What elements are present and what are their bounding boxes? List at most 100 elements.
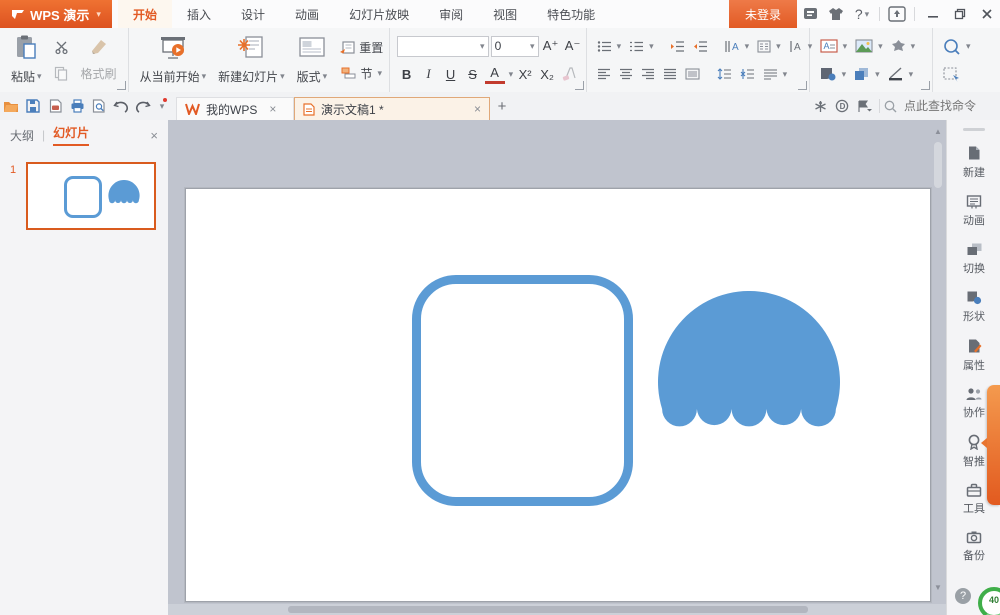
customize-quickbar-button[interactable]: ▾ — [154, 95, 168, 117]
new-tab-button[interactable]: + — [490, 98, 514, 115]
slide-1-thumbnail[interactable] — [26, 162, 156, 230]
tab-view[interactable]: 视图 — [478, 0, 532, 28]
find-replace-button[interactable]: ▾ — [940, 34, 974, 58]
increase-font-button[interactable]: A⁺ — [541, 36, 561, 56]
dialog-launcher-icon[interactable] — [920, 81, 930, 90]
doc-tab-presentation1[interactable]: 演示文稿1 * × — [294, 96, 490, 121]
new-slide-button[interactable]: 新建幻灯片 ▾ — [212, 32, 291, 88]
superscript-button[interactable]: X² — [515, 64, 535, 84]
subscript-button[interactable]: X₂ — [537, 64, 557, 84]
redo-button[interactable] — [132, 95, 154, 117]
tab-special-features[interactable]: 特色功能 — [532, 0, 610, 28]
columns-button[interactable]: ▾ — [754, 34, 784, 58]
underline-button[interactable]: U — [441, 64, 461, 84]
numbering-button[interactable]: ▾ — [626, 34, 657, 58]
bullets-button[interactable]: ▾ — [594, 34, 625, 58]
dialog-launcher-icon[interactable] — [116, 81, 126, 90]
close-button[interactable] — [973, 0, 1000, 28]
text-direction-button[interactable]: A ▾ — [721, 34, 753, 58]
horizontal-scrollbar[interactable] — [168, 604, 946, 615]
open-button[interactable] — [0, 95, 22, 117]
skin-icon[interactable] — [823, 0, 849, 28]
minimize-button[interactable] — [919, 0, 946, 28]
sidebar-item-transition[interactable]: 切换 — [947, 242, 1000, 276]
shape-outline-button[interactable]: ▾ — [885, 62, 917, 86]
vertical-scrollbar[interactable]: ▲ ▼ — [931, 120, 945, 600]
font-name-input[interactable] — [400, 39, 479, 53]
wps-menu-button[interactable]: WPS 演示 ▾ — [0, 0, 112, 28]
increase-indent-button[interactable] — [690, 34, 711, 58]
distribute-button[interactable] — [682, 62, 703, 86]
save-button[interactable] — [22, 95, 44, 117]
insert-picture-button[interactable]: ▾ — [852, 34, 886, 58]
copy-button[interactable] — [51, 61, 72, 85]
scroll-down-icon[interactable]: ▼ — [932, 582, 944, 592]
format-painter-button[interactable]: 格式刷 — [78, 61, 120, 85]
print-button[interactable] — [66, 95, 88, 117]
tab-slideshow[interactable]: 幻灯片放映 — [334, 0, 424, 28]
font-size-input[interactable] — [494, 39, 529, 53]
sidebar-item-new[interactable]: 新建 — [947, 145, 1000, 180]
tab-review[interactable]: 审阅 — [424, 0, 478, 28]
collapse-left-arrow-icon[interactable] — [981, 438, 987, 448]
doc-tab-my-wps[interactable]: 我的WPS × — [176, 96, 294, 121]
slide-layout-button[interactable]: 版式 ▾ — [291, 32, 334, 88]
help-bubble-icon[interactable]: ? — [955, 588, 971, 604]
editing-canvas[interactable]: ▲ ▼ — [168, 120, 946, 615]
message-icon[interactable] — [853, 95, 875, 117]
bold-button[interactable]: B — [397, 64, 417, 84]
login-button[interactable]: 未登录 — [728, 0, 797, 28]
undo-button[interactable] — [110, 95, 132, 117]
select-button[interactable] — [940, 62, 963, 86]
tab-animation[interactable]: 动画 — [280, 0, 334, 28]
command-search[interactable] — [884, 98, 992, 114]
insert-shapes-button[interactable]: ▾ — [888, 34, 919, 58]
close-icon[interactable]: × — [474, 102, 481, 116]
sidebar-item-shapes[interactable]: 形状 — [947, 290, 1000, 324]
decrease-font-button[interactable]: A⁻ — [563, 36, 583, 56]
restore-button[interactable] — [946, 0, 973, 28]
help-menu[interactable]: ? ▾ — [849, 0, 875, 28]
close-icon[interactable]: × — [150, 128, 158, 143]
slides-tab[interactable]: 幻灯片 — [53, 124, 90, 146]
sidebar-item-animation[interactable]: 动画 — [947, 194, 1000, 228]
close-icon[interactable]: × — [269, 102, 276, 116]
outline-tab[interactable]: 大纲 — [10, 127, 34, 144]
rounded-rectangle-shape[interactable] — [412, 275, 633, 506]
play-from-current-button[interactable]: 从当前开始 ▾ — [134, 32, 213, 88]
line-spacing-decrease-button[interactable] — [737, 62, 758, 86]
dialog-launcher-icon[interactable] — [574, 81, 584, 90]
print-preview-button[interactable] — [88, 95, 110, 117]
docer-icon[interactable]: D — [831, 95, 853, 117]
section-button[interactable]: 节 ▾ — [336, 61, 386, 85]
para-spacing-increase-button[interactable] — [714, 62, 735, 86]
collapse-ribbon-button[interactable] — [884, 0, 910, 28]
align-right-button[interactable] — [638, 62, 658, 86]
align-left-button[interactable] — [594, 62, 614, 86]
cut-button[interactable] — [51, 35, 72, 59]
font-size-combo[interactable]: ▾ — [490, 35, 539, 57]
reset-button[interactable]: 重置 — [336, 35, 386, 59]
sidebar-collapse-handle[interactable] — [963, 128, 985, 131]
decrease-indent-button[interactable] — [667, 34, 688, 58]
export-pdf-button[interactable] — [44, 95, 66, 117]
strikethrough-button[interactable]: S — [463, 64, 483, 84]
performance-gauge[interactable]: 40 — [977, 586, 1000, 615]
italic-button[interactable]: I — [419, 64, 439, 84]
arrange-button[interactable]: ▾ — [851, 62, 883, 86]
share-icon[interactable] — [809, 95, 831, 117]
line-spacing-button[interactable]: ▾ — [760, 62, 791, 86]
tab-design[interactable]: 设计 — [226, 0, 280, 28]
paste-button[interactable]: 粘贴 ▾ — [5, 32, 48, 88]
scrollbar-thumb[interactable] — [934, 142, 942, 188]
message-center-icon[interactable] — [797, 0, 823, 28]
command-search-input[interactable] — [902, 98, 992, 114]
umbrella-shape[interactable] — [658, 291, 840, 431]
dialog-launcher-icon[interactable] — [797, 81, 807, 90]
tab-home[interactable]: 开始 — [118, 0, 173, 28]
sidebar-item-backup[interactable]: 备份 — [947, 530, 1000, 563]
font-name-combo[interactable]: ▾ — [396, 35, 489, 57]
shape-fill-button[interactable]: ▾ — [817, 62, 850, 86]
text-box-button[interactable]: A ▾ — [817, 34, 851, 58]
align-center-button[interactable] — [616, 62, 636, 86]
